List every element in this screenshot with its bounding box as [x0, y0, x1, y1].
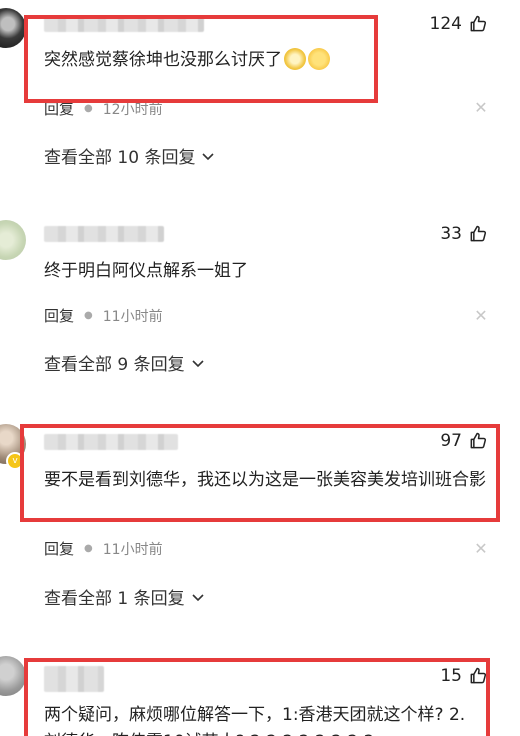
- like-button[interactable]: 124: [430, 14, 488, 34]
- chevron-down-icon: [192, 359, 204, 367]
- chevron-down-icon: [192, 593, 204, 601]
- comment-text: 两个疑问，麻烦哪位解答一下，1:香港天团就这个样? 2.刘德华、陈伟霆10试若人…: [44, 705, 466, 736]
- comment-meta: 回复 ● 12小时前: [44, 98, 163, 119]
- close-icon[interactable]: ✕: [474, 100, 488, 116]
- chevron-down-icon: [202, 152, 215, 160]
- separator-dot: ●: [84, 103, 93, 114]
- comment-meta: 回复 ● 11小时前: [44, 538, 163, 559]
- like-button[interactable]: 33: [440, 224, 488, 244]
- view-all-label: 查看全部 9 条回复: [44, 355, 185, 375]
- thumbs-up-icon: [470, 15, 487, 32]
- close-icon[interactable]: ✕: [474, 541, 488, 557]
- comment-feed: 124 突然感觉蔡徐坤也没那么讨厌了 回复 ● 12小时前 ✕ 查看全部 10 …: [0, 0, 520, 736]
- like-count: 97: [440, 431, 462, 451]
- thumbs-up-icon: [470, 432, 487, 449]
- thumbs-up-icon: [470, 667, 487, 684]
- comment-text: 要不是看到刘德华，我还以为这是一张美容美发培训班合影: [44, 470, 486, 490]
- reply-button[interactable]: 回复: [44, 538, 74, 559]
- timestamp: 11小时前: [102, 308, 163, 325]
- view-all-label: 查看全部 1 条回复: [44, 589, 185, 609]
- smirk-emoji: [308, 48, 330, 70]
- separator-dot: ●: [84, 543, 93, 554]
- like-count: 15: [440, 666, 462, 686]
- clapping-emoji: [284, 48, 306, 70]
- username[interactable]: [44, 226, 164, 242]
- username[interactable]: [44, 434, 178, 450]
- separator-dot: ●: [84, 310, 93, 321]
- view-all-replies-button[interactable]: 查看全部 10 条回复: [44, 143, 215, 168]
- timestamp: 12小时前: [102, 101, 163, 118]
- reply-button[interactable]: 回复: [44, 98, 74, 119]
- timestamp: 11小时前: [102, 541, 163, 558]
- comment-meta: 回复 ● 11小时前: [44, 305, 163, 326]
- avatar[interactable]: [0, 656, 26, 696]
- verified-badge: v: [6, 452, 24, 470]
- close-icon[interactable]: ✕: [474, 308, 488, 324]
- like-button[interactable]: 15: [440, 666, 488, 686]
- view-all-label: 查看全部 10 条回复: [44, 148, 196, 168]
- avatar[interactable]: [0, 8, 26, 48]
- username[interactable]: [44, 666, 104, 692]
- view-all-replies-button[interactable]: 查看全部 9 条回复: [44, 350, 205, 375]
- like-count: 124: [429, 14, 462, 34]
- thumbs-up-icon: [470, 225, 487, 242]
- username[interactable]: [44, 16, 204, 32]
- reply-button[interactable]: 回复: [44, 305, 74, 326]
- avatar[interactable]: [0, 220, 26, 260]
- comment-text: 终于明白阿仪点解系一姐了: [44, 261, 248, 281]
- comment-text: 突然感觉蔡徐坤也没那么讨厌了: [44, 47, 489, 74]
- like-count: 33: [440, 224, 462, 244]
- like-button[interactable]: 97: [440, 431, 488, 451]
- view-all-replies-button[interactable]: 查看全部 1 条回复: [44, 584, 205, 609]
